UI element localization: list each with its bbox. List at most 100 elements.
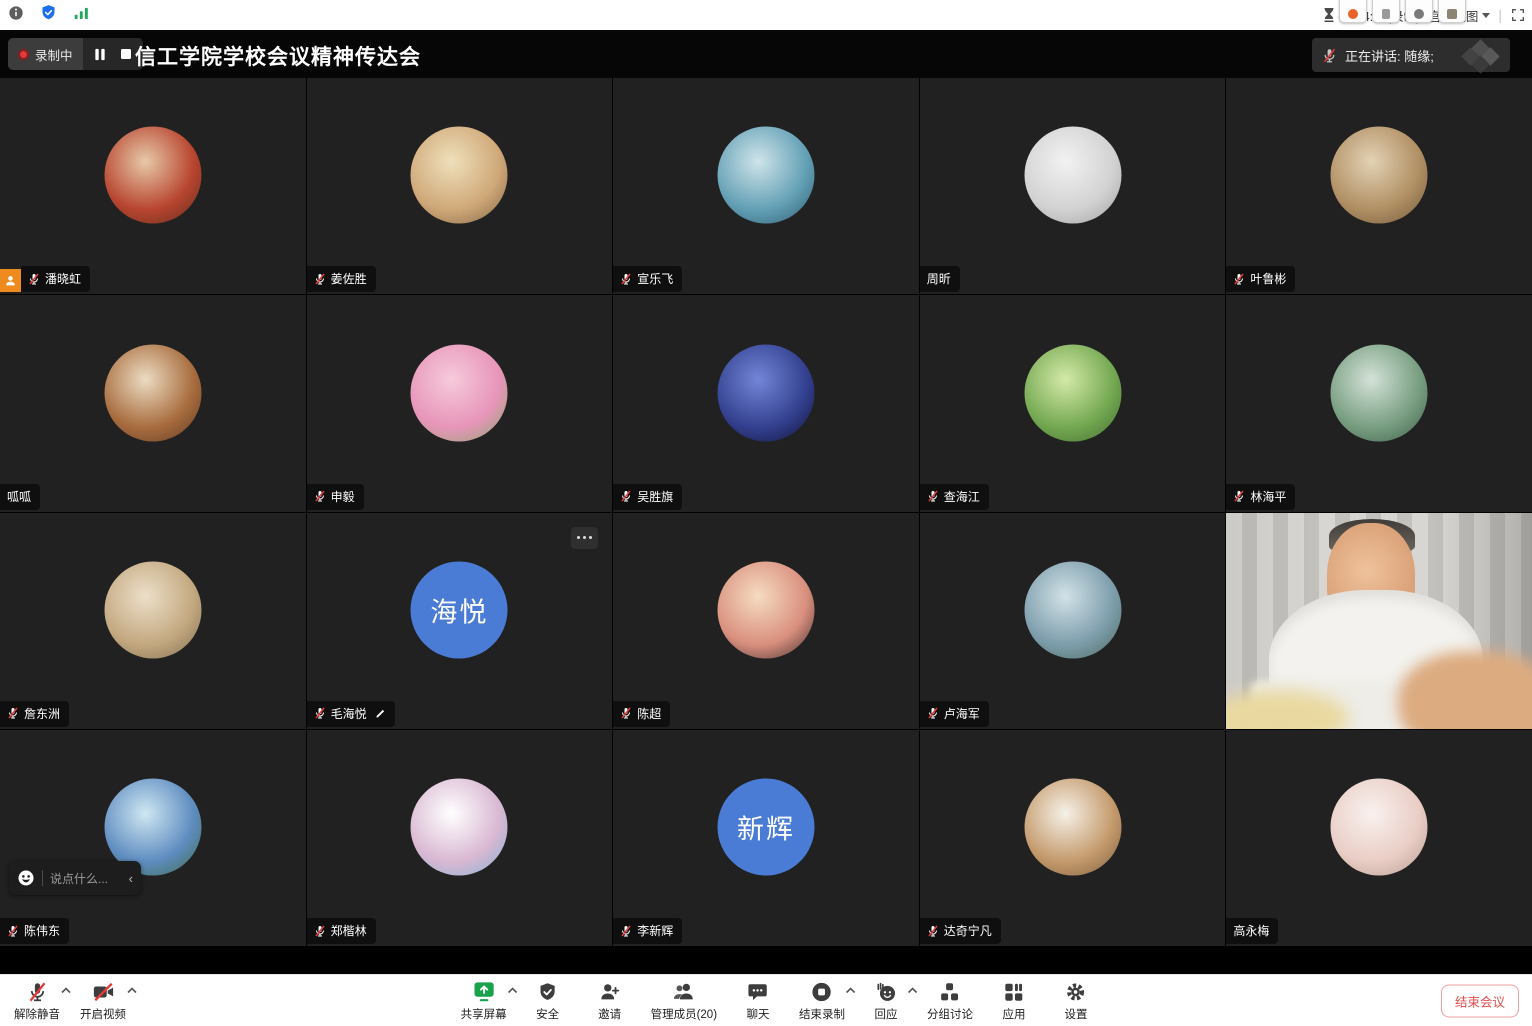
participant-name-pill: 查海江 xyxy=(920,484,989,510)
participant-name-pill: 达奇宁凡 xyxy=(920,918,1001,944)
overlay-button[interactable] xyxy=(1405,0,1433,23)
info-icon[interactable] xyxy=(8,5,24,21)
divider xyxy=(42,870,43,886)
mic-muted-icon xyxy=(927,490,939,502)
security-button[interactable]: 安全 xyxy=(525,979,571,1023)
participant-name-pill: 吴胜旗 xyxy=(613,484,682,510)
active-speaker-indicator: 正在讲话: 随缘; xyxy=(1312,38,1510,72)
participant-tile[interactable]: 呱呱 xyxy=(0,295,306,511)
emoji-button[interactable] xyxy=(17,869,35,887)
participant-name: 达奇宁凡 xyxy=(944,922,992,939)
participant-tile[interactable]: 陈超 xyxy=(613,513,919,729)
end-recording-button[interactable]: 结束录制 xyxy=(797,979,847,1023)
quick-message-input[interactable]: 说点什么... xyxy=(50,870,122,887)
avatar-dried-leaf-art xyxy=(1024,779,1121,876)
manage-members-button[interactable]: 管理成员(20) xyxy=(649,979,719,1023)
participant-name-pill: 叶鲁彬 xyxy=(1226,266,1295,292)
participant-tile[interactable]: 郑楷林 xyxy=(307,730,613,946)
chevron-up-icon[interactable] xyxy=(61,987,71,994)
participant-tile[interactable]: 詹东洲 xyxy=(0,513,306,729)
speaking-label: 正在讲话: 随缘; xyxy=(1345,46,1434,65)
participant-name: 潘晓虹 xyxy=(45,270,81,287)
start-video-button[interactable]: 开启视频 xyxy=(78,979,128,1023)
participant-tile[interactable]: 叶鲁彬 xyxy=(1226,78,1532,294)
participant-name: 申毅 xyxy=(331,488,355,505)
bottom-toolbar: 解除静音 开启视频 共享屏幕 安全 xyxy=(0,974,1532,1026)
mic-muted-icon xyxy=(314,273,326,285)
apps-button[interactable]: 应用 xyxy=(991,979,1037,1023)
avatar-anime-girl-red-hood xyxy=(104,127,201,224)
participant-name: 郑楷林 xyxy=(331,922,367,939)
mic-muted-icon xyxy=(314,707,326,719)
participant-name: 宣乐飞 xyxy=(637,270,673,287)
unmute-button[interactable]: 解除静音 xyxy=(12,979,62,1023)
participant-name: 卢海军 xyxy=(944,705,980,722)
stop-recording-button[interactable] xyxy=(115,42,137,66)
signal-bars-icon[interactable] xyxy=(73,5,90,21)
end-meeting-button[interactable]: 结束会议 xyxy=(1441,984,1519,1017)
text-avatar: 新辉 xyxy=(717,779,814,876)
overlay-button[interactable] xyxy=(1438,0,1466,23)
participant-name-pill: 周昕 xyxy=(920,266,960,292)
overlay-button[interactable] xyxy=(1372,0,1400,23)
more-options-button[interactable] xyxy=(571,527,598,549)
participant-tile[interactable]: 高永梅 xyxy=(1226,730,1532,946)
participant-tile[interactable]: 宣乐飞 xyxy=(613,78,919,294)
rename-pencil-icon[interactable] xyxy=(375,708,386,719)
chevron-up-icon[interactable] xyxy=(508,987,518,994)
avatar-person-with-white-dog-on-grass xyxy=(1024,344,1121,441)
system-bar: 01:04:36(录制) 宫格视图 | xyxy=(0,0,1532,30)
mic-muted-icon xyxy=(1233,273,1245,285)
participant-tile[interactable]: 陈伟东 xyxy=(0,730,306,946)
share-screen-button[interactable]: 共享屏幕 xyxy=(459,979,509,1023)
mic-muted-icon xyxy=(1322,48,1337,63)
participant-tile[interactable]: 卢海军 xyxy=(920,513,1226,729)
settings-button[interactable]: 设置 xyxy=(1053,979,1099,1023)
participant-name: 周昕 xyxy=(927,270,951,287)
fullscreen-button[interactable] xyxy=(1510,7,1526,23)
mic-muted-icon xyxy=(620,273,632,285)
mic-muted-icon xyxy=(620,925,632,937)
avatar-grayscale-sketch-portrait xyxy=(1024,127,1121,224)
participant-tile[interactable]: 林海平 xyxy=(1226,295,1532,511)
participant-name: 詹东洲 xyxy=(24,705,60,722)
participant-name: 查海江 xyxy=(944,488,980,505)
mic-muted-icon xyxy=(314,925,326,937)
collapse-chevron-button[interactable]: ‹ xyxy=(129,871,133,886)
reactions-button[interactable]: 回应 xyxy=(863,979,909,1023)
participant-tile[interactable]: 申毅 xyxy=(307,295,613,511)
chevron-up-icon[interactable] xyxy=(908,987,918,994)
chat-button[interactable]: 聊天 xyxy=(735,979,781,1023)
avatar-zipline-in-forest xyxy=(1331,344,1428,441)
mic-muted-icon xyxy=(620,707,632,719)
participant-tile[interactable]: 吴胜旗 xyxy=(613,295,919,511)
participant-tile[interactable]: 新辉 李新辉 xyxy=(613,730,919,946)
participant-tile[interactable] xyxy=(1226,513,1532,729)
meeting-title: 信工学院学校会议精神传达会 xyxy=(135,41,421,71)
participant-name: 毛海悦 xyxy=(331,705,367,722)
participant-name-pill: 潘晓虹 xyxy=(21,266,90,292)
participant-tile[interactable]: 潘晓虹 xyxy=(0,78,306,294)
mic-muted-icon xyxy=(27,980,48,1003)
avatar-man-sunglasses-hat xyxy=(411,127,508,224)
chevron-up-icon[interactable] xyxy=(127,987,137,994)
chevron-down-icon xyxy=(1482,13,1490,18)
shield-check-icon[interactable] xyxy=(40,4,57,21)
avatar-child-by-wooden-door xyxy=(1331,127,1428,224)
recording-pill: 录制中 xyxy=(8,38,143,70)
participant-tile[interactable]: 海悦 毛海悦 xyxy=(307,513,613,729)
breakout-rooms-button[interactable]: 分组讨论 xyxy=(925,979,975,1023)
invite-button[interactable]: 邀请 xyxy=(587,979,633,1023)
pause-recording-button[interactable] xyxy=(89,42,111,66)
participant-name-pill: 李新辉 xyxy=(613,918,682,944)
overlay-record-button[interactable] xyxy=(1339,0,1367,23)
participant-tile[interactable]: 查海江 xyxy=(920,295,1226,511)
mic-muted-icon xyxy=(314,490,326,502)
avatar-alpaca xyxy=(104,561,201,658)
participant-tile[interactable]: 达奇宁凡 xyxy=(920,730,1226,946)
chevron-up-icon[interactable] xyxy=(846,987,856,994)
participant-tile[interactable]: 姜佐胜 xyxy=(307,78,613,294)
participant-tile[interactable]: 周昕 xyxy=(920,78,1226,294)
participant-name-pill: 陈超 xyxy=(613,701,670,727)
recording-label: 录制中 xyxy=(35,45,73,64)
